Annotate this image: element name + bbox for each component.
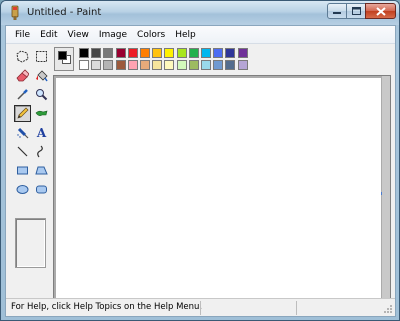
rectangle-tool[interactable] — [14, 162, 31, 179]
color-swatch[interactable] — [127, 48, 138, 58]
color-swatch[interactable] — [213, 48, 224, 58]
menu-file[interactable]: File — [10, 27, 35, 43]
brush-tool[interactable] — [33, 105, 50, 122]
status-bar: For Help, click Help Topics on the Help … — [6, 298, 395, 316]
airbrush-tool[interactable] — [14, 124, 31, 141]
status-help-text: For Help, click Help Topics on the Help … — [11, 302, 203, 312]
close-button[interactable] — [365, 3, 396, 19]
status-divider — [200, 301, 201, 315]
color-swatch[interactable] — [213, 60, 224, 70]
ellipse-tool[interactable] — [14, 181, 31, 198]
resize-grip-icon[interactable] — [383, 304, 393, 314]
minimize-icon — [333, 12, 341, 14]
vertical-scroll-area[interactable] — [382, 76, 390, 310]
color-swatch[interactable] — [176, 60, 187, 70]
color-swatch[interactable] — [140, 48, 150, 58]
airbrush-icon — [17, 127, 29, 139]
pick-color-icon — [17, 89, 28, 100]
free-form-select-tool[interactable] — [14, 48, 31, 65]
menu-bar: File Edit View Image Colors Help — [6, 26, 395, 44]
title-bar[interactable]: Untitled - Paint — [1, 1, 399, 25]
curve-icon — [37, 145, 43, 158]
foreground-color — [58, 51, 67, 60]
color-swatch[interactable] — [115, 60, 126, 70]
rounded-rectangle-icon — [36, 185, 47, 194]
color-swatch[interactable] — [79, 48, 89, 58]
minimize-button[interactable] — [327, 3, 347, 19]
window-title: Untitled - Paint — [27, 7, 102, 18]
color-swatch[interactable] — [164, 48, 175, 58]
canvas-area — [53, 75, 391, 311]
menu-image[interactable]: Image — [94, 27, 132, 43]
text-tool[interactable]: A — [33, 124, 50, 141]
select-icon — [36, 51, 47, 62]
pick-color-tool[interactable] — [14, 86, 31, 103]
color-swatch[interactable] — [140, 60, 150, 70]
polygon-tool[interactable] — [33, 162, 50, 179]
color-swatch[interactable] — [91, 60, 102, 70]
close-icon — [375, 6, 386, 16]
maximize-button[interactable] — [346, 3, 366, 19]
line-tool[interactable] — [14, 143, 31, 160]
magnifier-icon — [36, 89, 48, 101]
select-tool[interactable] — [33, 48, 50, 65]
color-swatch[interactable] — [201, 48, 211, 58]
color-swatch[interactable] — [152, 48, 163, 58]
status-divider — [296, 301, 297, 315]
brush-icon — [35, 110, 48, 116]
color-swatch[interactable] — [176, 48, 187, 58]
color-swatch[interactable] — [237, 48, 248, 58]
eraser-tool[interactable] — [14, 67, 31, 84]
pencil-tool[interactable] — [14, 105, 31, 122]
paint-window: Untitled - Paint File Edit View Image Co… — [0, 0, 400, 321]
current-colors[interactable] — [54, 47, 74, 71]
color-swatch[interactable] — [225, 48, 236, 58]
drawing-canvas[interactable] — [56, 78, 381, 308]
color-palette — [54, 47, 254, 73]
magnifier-tool[interactable] — [33, 86, 50, 103]
color-swatch[interactable] — [188, 60, 199, 70]
eraser-icon — [16, 69, 29, 82]
color-swatch[interactable] — [115, 48, 126, 58]
color-swatch[interactable] — [188, 48, 199, 58]
ellipse-icon — [16, 185, 29, 194]
rectangle-icon — [17, 166, 28, 175]
menu-view[interactable]: View — [63, 27, 94, 43]
text-icon: A — [36, 125, 47, 140]
color-swatch[interactable] — [164, 60, 175, 70]
paint-app-icon — [11, 5, 19, 20]
menu-help[interactable]: Help — [170, 27, 201, 43]
color-swatch[interactable] — [127, 60, 138, 70]
tool-options-box[interactable] — [15, 218, 46, 268]
client-area: File Edit View Image Colors Help A For H… — [5, 25, 396, 317]
color-swatch[interactable] — [152, 60, 163, 70]
fill-with-color-icon — [36, 70, 48, 82]
line-icon — [17, 146, 28, 157]
color-swatch[interactable] — [237, 60, 248, 70]
pencil-icon — [17, 107, 29, 119]
free-form-select-icon — [16, 50, 29, 63]
polygon-icon — [35, 166, 48, 175]
color-swatch[interactable] — [103, 60, 114, 70]
curve-tool[interactable] — [33, 143, 50, 160]
color-swatch[interactable] — [225, 60, 236, 70]
menu-colors[interactable]: Colors — [132, 27, 170, 43]
rounded-rectangle-tool[interactable] — [33, 181, 50, 198]
maximize-icon — [351, 7, 361, 15]
color-swatch[interactable] — [201, 60, 211, 70]
color-swatch[interactable] — [103, 48, 114, 58]
fill-with-color-tool[interactable] — [33, 67, 50, 84]
menu-edit[interactable]: Edit — [35, 27, 62, 43]
color-swatch[interactable] — [79, 60, 89, 70]
toolbox: A — [10, 46, 52, 314]
color-swatch[interactable] — [91, 48, 102, 58]
